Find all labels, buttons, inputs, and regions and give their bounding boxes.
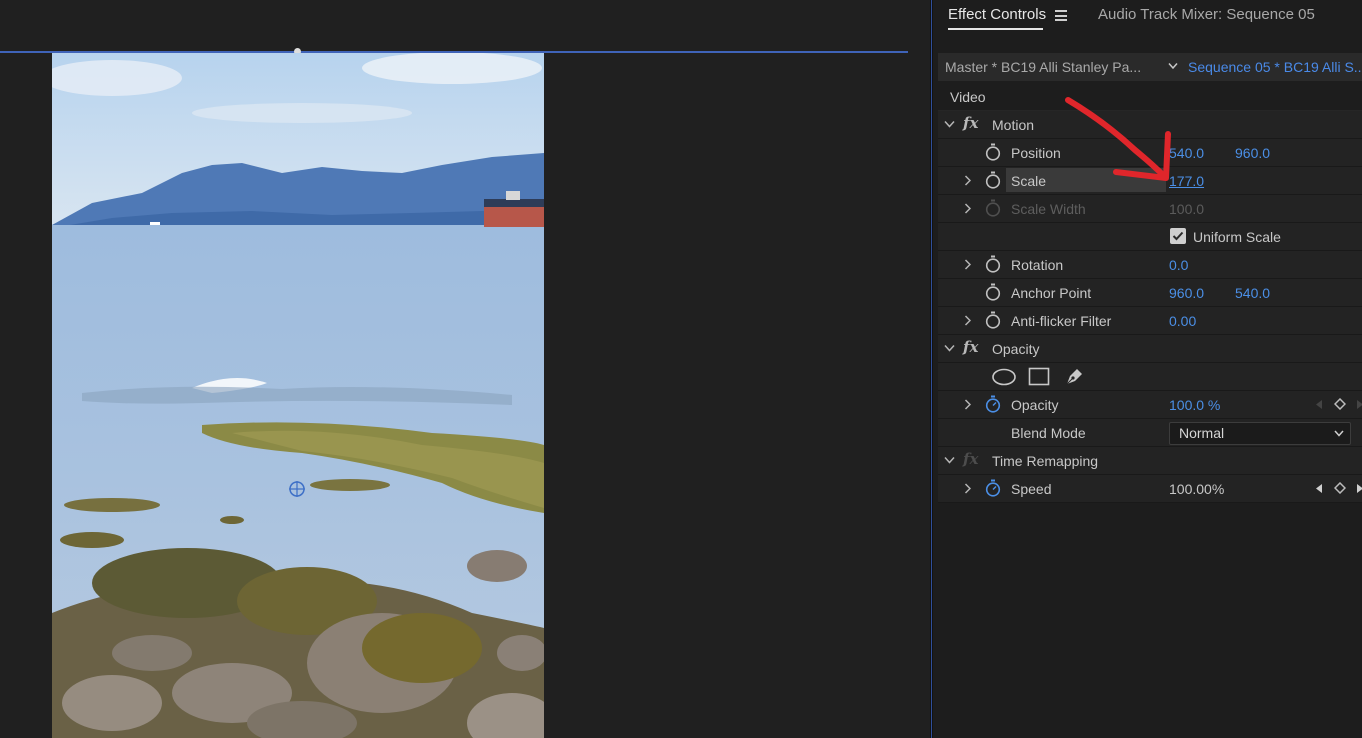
property-anti-flicker-row: Anti-flicker Filter 0.00 [938, 307, 1362, 335]
next-keyframe-icon[interactable] [1355, 399, 1362, 410]
twirl-down-icon[interactable] [944, 120, 955, 128]
anchor-point-crosshair-icon[interactable] [288, 480, 306, 498]
effect-motion-label: Motion [992, 117, 1035, 133]
property-blend-mode-label: Blend Mode [1011, 425, 1086, 441]
stopwatch-icon[interactable] [985, 395, 1001, 413]
rotation-value[interactable]: 0.0 [1169, 257, 1188, 273]
sequence-clip-link[interactable]: Sequence 05 * BC19 Alli S... [1188, 59, 1362, 75]
twirl-right-icon[interactable] [964, 483, 971, 494]
opacity-value[interactable]: 100.0 % [1169, 397, 1220, 413]
effect-time-remapping-row[interactable]: fx Time Remapping [938, 447, 1362, 475]
next-keyframe-icon[interactable] [1355, 483, 1362, 494]
chevron-down-icon [1334, 430, 1344, 437]
speed-value[interactable]: 100.00% [1169, 481, 1224, 497]
property-opacity-label: Opacity [1011, 397, 1059, 413]
anchor-point-x-value[interactable]: 960.0 [1169, 285, 1204, 301]
fx-icon[interactable]: fx [963, 114, 978, 132]
fx-icon[interactable]: fx [963, 338, 978, 356]
panel-focus-indicator [931, 0, 932, 738]
stopwatch-icon[interactable] [985, 143, 1001, 161]
chevron-down-icon[interactable] [1168, 62, 1178, 70]
ellipse-mask-icon[interactable] [991, 368, 1017, 386]
scale-width-value: 100.0 [1169, 201, 1205, 217]
panel-tab-bar: Effect Controls Audio Track Mixer: Seque… [933, 0, 1362, 44]
uniform-scale-checkbox[interactable] [1170, 228, 1186, 244]
effect-time-remapping-label: Time Remapping [992, 453, 1099, 469]
menu-icon[interactable] [1055, 10, 1067, 21]
property-anchor-point-row: Anchor Point 960.0 540.0 [938, 279, 1362, 307]
effect-opacity-row[interactable]: fx Opacity [938, 335, 1362, 363]
property-speed-row: Speed 100.00% [938, 475, 1362, 503]
blend-mode-value: Normal [1179, 425, 1225, 441]
previous-keyframe-icon[interactable] [1314, 483, 1324, 494]
twirl-right-icon[interactable] [964, 399, 971, 410]
previous-keyframe-icon[interactable] [1314, 399, 1324, 410]
property-blend-mode-row: Blend Mode Normal [938, 419, 1362, 447]
fx-icon: fx [963, 450, 979, 468]
stopwatch-icon [985, 199, 1001, 217]
add-keyframe-icon[interactable] [1334, 482, 1346, 494]
add-keyframe-icon[interactable] [1334, 398, 1346, 410]
position-y-value[interactable]: 960.0 [1235, 145, 1270, 161]
effect-controls-empty-area [938, 503, 1362, 738]
rectangle-mask-icon[interactable] [1028, 367, 1050, 386]
property-opacity-row: Opacity 100.0 % [938, 391, 1362, 419]
anti-flicker-value[interactable]: 0.00 [1169, 313, 1196, 329]
premiere-workspace: Effect Controls Audio Track Mixer: Seque… [0, 0, 1362, 738]
active-tab-underline [948, 28, 1043, 30]
source-bar: Master * BC19 Alli Stanley Pa... Sequenc… [938, 53, 1362, 81]
master-clip-label[interactable]: Master * BC19 Alli Stanley Pa... [945, 59, 1141, 75]
property-rotation-label: Rotation [1011, 257, 1064, 273]
property-scale-width-row: Scale Width 100.0 [938, 195, 1362, 223]
stopwatch-icon[interactable] [985, 255, 1001, 273]
section-video-label: Video [950, 89, 986, 105]
property-uniform-scale-row: Uniform Scale [938, 223, 1362, 251]
anchor-point-y-value[interactable]: 540.0 [1235, 285, 1270, 301]
tab-audio-track-mixer[interactable]: Audio Track Mixer: Sequence 05 [1098, 6, 1315, 23]
pen-mask-icon[interactable] [1064, 365, 1086, 387]
twirl-right-icon[interactable] [964, 315, 971, 326]
property-anti-flicker-label: Anti-flicker Filter [1011, 313, 1112, 329]
twirl-down-icon[interactable] [944, 344, 955, 352]
program-monitor[interactable] [0, 0, 930, 738]
twirl-right-icon[interactable] [964, 259, 971, 270]
blend-mode-dropdown[interactable]: Normal [1169, 422, 1351, 445]
effect-opacity-label: Opacity [992, 341, 1040, 357]
arrow-annotation [1065, 97, 1171, 181]
stopwatch-icon[interactable] [985, 171, 1001, 189]
stopwatch-icon[interactable] [985, 283, 1001, 301]
video-frame[interactable] [52, 53, 544, 738]
uniform-scale-label: Uniform Scale [1193, 229, 1281, 245]
property-rotation-row: Rotation 0.0 [938, 251, 1362, 279]
checkmark-icon [1172, 231, 1184, 241]
property-scale-label: Scale [1011, 173, 1047, 189]
property-anchor-point-label: Anchor Point [1011, 285, 1092, 301]
property-speed-label: Speed [1011, 481, 1052, 497]
beach-scene-image [52, 53, 544, 738]
property-position-label: Position [1011, 145, 1061, 161]
mask-tools-row [938, 363, 1362, 391]
twirl-right-icon[interactable] [964, 175, 971, 186]
stopwatch-icon[interactable] [985, 479, 1001, 497]
stopwatch-icon[interactable] [985, 311, 1001, 329]
property-scale-width-label: Scale Width [1011, 201, 1086, 217]
twirl-down-icon[interactable] [944, 456, 955, 464]
twirl-right-icon[interactable] [964, 203, 971, 214]
tab-effect-controls[interactable]: Effect Controls [948, 6, 1046, 23]
